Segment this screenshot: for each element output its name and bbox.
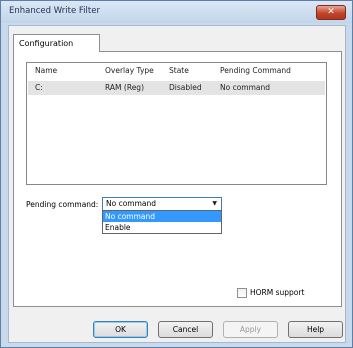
column-header-state[interactable]: State <box>169 66 189 75</box>
ok-button[interactable]: OK <box>93 321 148 338</box>
tab-configuration[interactable]: Configuration <box>13 34 100 52</box>
table-row[interactable]: C: RAM (Reg) Disabled No command <box>28 81 325 95</box>
dialog-window: Enhanced Write Filter ✕ Configuration Na… <box>0 0 353 348</box>
chevron-down-icon[interactable]: ▼ <box>212 200 217 207</box>
pending-command-label: Pending command: <box>26 200 99 209</box>
close-icon: ✕ <box>327 7 335 17</box>
list-header: Name Overlay Type State Pending Command <box>27 63 326 80</box>
dialog-client-area: Configuration Name Overlay Type State Pe… <box>8 25 346 343</box>
window-title: Enhanced Write Filter <box>9 6 100 16</box>
horm-support-checkbox[interactable] <box>237 288 247 298</box>
column-header-overlay-type[interactable]: Overlay Type <box>105 66 154 75</box>
help-button[interactable]: Help <box>288 321 343 338</box>
cancel-button[interactable]: Cancel <box>158 321 213 338</box>
tab-label: Configuration <box>19 39 74 48</box>
horm-support-label: HORM support <box>250 288 305 297</box>
pending-command-dropdown: No command Enable <box>102 210 222 234</box>
close-button[interactable]: ✕ <box>316 5 346 20</box>
dropdown-option-enable[interactable]: Enable <box>103 222 221 233</box>
title-bar[interactable]: Enhanced Write Filter ✕ <box>1 1 352 23</box>
cell-overlay-type: RAM (Reg) <box>105 83 144 92</box>
pending-command-value: No command <box>106 199 157 208</box>
overlay-list[interactable]: Name Overlay Type State Pending Command … <box>26 62 327 185</box>
column-header-pending-command[interactable]: Pending Command <box>220 66 291 75</box>
cell-state: Disabled <box>169 83 202 92</box>
cell-name: C: <box>35 83 43 92</box>
column-header-name[interactable]: Name <box>35 66 57 75</box>
cell-pending-command: No command <box>220 83 271 92</box>
dropdown-option-no-command[interactable]: No command <box>103 211 221 222</box>
apply-button[interactable]: Apply <box>223 321 278 338</box>
pending-command-select[interactable]: No command ▼ <box>102 197 222 211</box>
configuration-panel: Name Overlay Type State Pending Command … <box>13 51 342 307</box>
